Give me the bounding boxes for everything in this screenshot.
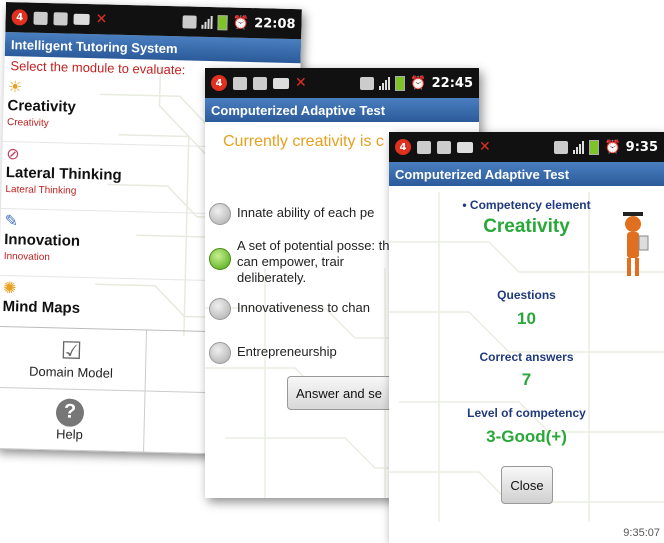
lightbulb-icon: ✎ bbox=[4, 213, 19, 231]
option-label: Innate ability of each pe bbox=[237, 205, 375, 220]
battery-icon bbox=[395, 75, 406, 91]
module-subtitle: Innovation bbox=[3, 251, 51, 264]
notification-badge: 4 bbox=[11, 9, 28, 26]
radio-button[interactable] bbox=[209, 342, 231, 364]
status-time: 9:35 bbox=[625, 139, 658, 155]
help-button[interactable]: ? Help bbox=[0, 387, 146, 453]
questions-label: Questions bbox=[497, 288, 556, 302]
facebook-icon bbox=[417, 140, 431, 154]
battery-icon bbox=[217, 14, 229, 30]
module-subtitle: Lateral Thinking bbox=[5, 184, 77, 197]
correct-answers-label: Correct answers bbox=[479, 350, 574, 364]
module-subtitle: Creativity bbox=[6, 117, 49, 130]
usb-icon bbox=[253, 76, 267, 90]
close-button[interactable]: Close bbox=[501, 466, 553, 504]
option-label: Entrepreneurship bbox=[237, 344, 337, 359]
status-time: 22:08 bbox=[253, 15, 296, 32]
radio-button[interactable] bbox=[209, 298, 231, 320]
signal-icon bbox=[379, 76, 391, 90]
missed-call-icon: ✕ bbox=[479, 139, 491, 155]
correct-answers-value: 7 bbox=[521, 370, 532, 389]
envelope-icon bbox=[73, 13, 90, 25]
questions-value: 10 bbox=[517, 309, 536, 328]
domain-model-button[interactable]: ☑ Domain Model bbox=[0, 326, 148, 392]
facebook-icon bbox=[33, 11, 48, 25]
brain-icon: ⊘ bbox=[6, 146, 20, 164]
answer-option[interactable]: Innate ability of each pe bbox=[209, 203, 374, 225]
module-name: Mind Maps bbox=[2, 298, 81, 317]
radio-button[interactable] bbox=[209, 203, 231, 225]
answer-option-selected[interactable]: A set of potential posse: that can empow… bbox=[209, 238, 409, 286]
status-time: 22:45 bbox=[431, 75, 473, 91]
vibrate-icon bbox=[554, 140, 569, 154]
module-name: Lateral Thinking bbox=[5, 164, 122, 184]
footer-timestamp: 9:35:07 bbox=[623, 527, 660, 539]
radio-button-selected[interactable] bbox=[209, 248, 231, 270]
signal-icon bbox=[573, 140, 585, 154]
option-label: Innovativeness to chan bbox=[237, 300, 370, 315]
module-name: Creativity bbox=[7, 97, 77, 116]
usb-icon bbox=[53, 11, 68, 26]
phone-screen-results: 4 ✕ ⏰ 9:35 Computerized Adaptive Test • … bbox=[389, 132, 664, 543]
app-title: Computerized Adaptive Test bbox=[205, 98, 479, 122]
missed-call-icon: ✕ bbox=[95, 11, 108, 28]
status-bar: 4 ✕ ⏰ 9:35 bbox=[389, 132, 664, 162]
mind-map-icon: ✺ bbox=[2, 280, 17, 298]
answer-option[interactable]: Innovativeness to chan bbox=[209, 298, 370, 320]
competency-level-label: Level of competency bbox=[467, 406, 586, 420]
facebook-icon bbox=[233, 76, 247, 90]
domain-model-label: Domain Model bbox=[28, 363, 114, 381]
signal-icon bbox=[201, 15, 214, 29]
status-bar: 4 ✕ ⏰ 22:45 bbox=[205, 68, 479, 98]
vibrate-icon bbox=[182, 14, 198, 29]
module-name: Innovation bbox=[3, 231, 81, 250]
alarm-icon: ⏰ bbox=[410, 75, 427, 91]
usb-icon bbox=[437, 140, 451, 154]
competency-value: Creativity bbox=[483, 216, 570, 237]
app-title: Computerized Adaptive Test bbox=[389, 162, 664, 186]
answer-option[interactable]: Entrepreneurship bbox=[209, 342, 337, 364]
question-icon: ? bbox=[55, 397, 85, 427]
clipboard-check-icon: ☑ bbox=[60, 336, 83, 365]
competency-label: • Competency element bbox=[462, 198, 591, 212]
help-label: Help bbox=[55, 425, 84, 442]
vibrate-icon bbox=[360, 76, 375, 90]
notification-badge: 4 bbox=[211, 75, 227, 91]
missed-call-icon: ✕ bbox=[295, 75, 307, 91]
option-label: A set of potential posse: that can empow… bbox=[237, 238, 401, 285]
envelope-icon bbox=[457, 141, 473, 153]
notification-badge: 4 bbox=[395, 139, 411, 155]
sun-figure-icon: ☀ bbox=[7, 79, 23, 97]
battery-icon bbox=[589, 139, 600, 155]
competency-level-value: 3-Good(+) bbox=[486, 427, 567, 446]
alarm-icon: ⏰ bbox=[232, 15, 250, 31]
alarm-icon: ⏰ bbox=[604, 139, 621, 155]
envelope-icon bbox=[273, 77, 289, 89]
